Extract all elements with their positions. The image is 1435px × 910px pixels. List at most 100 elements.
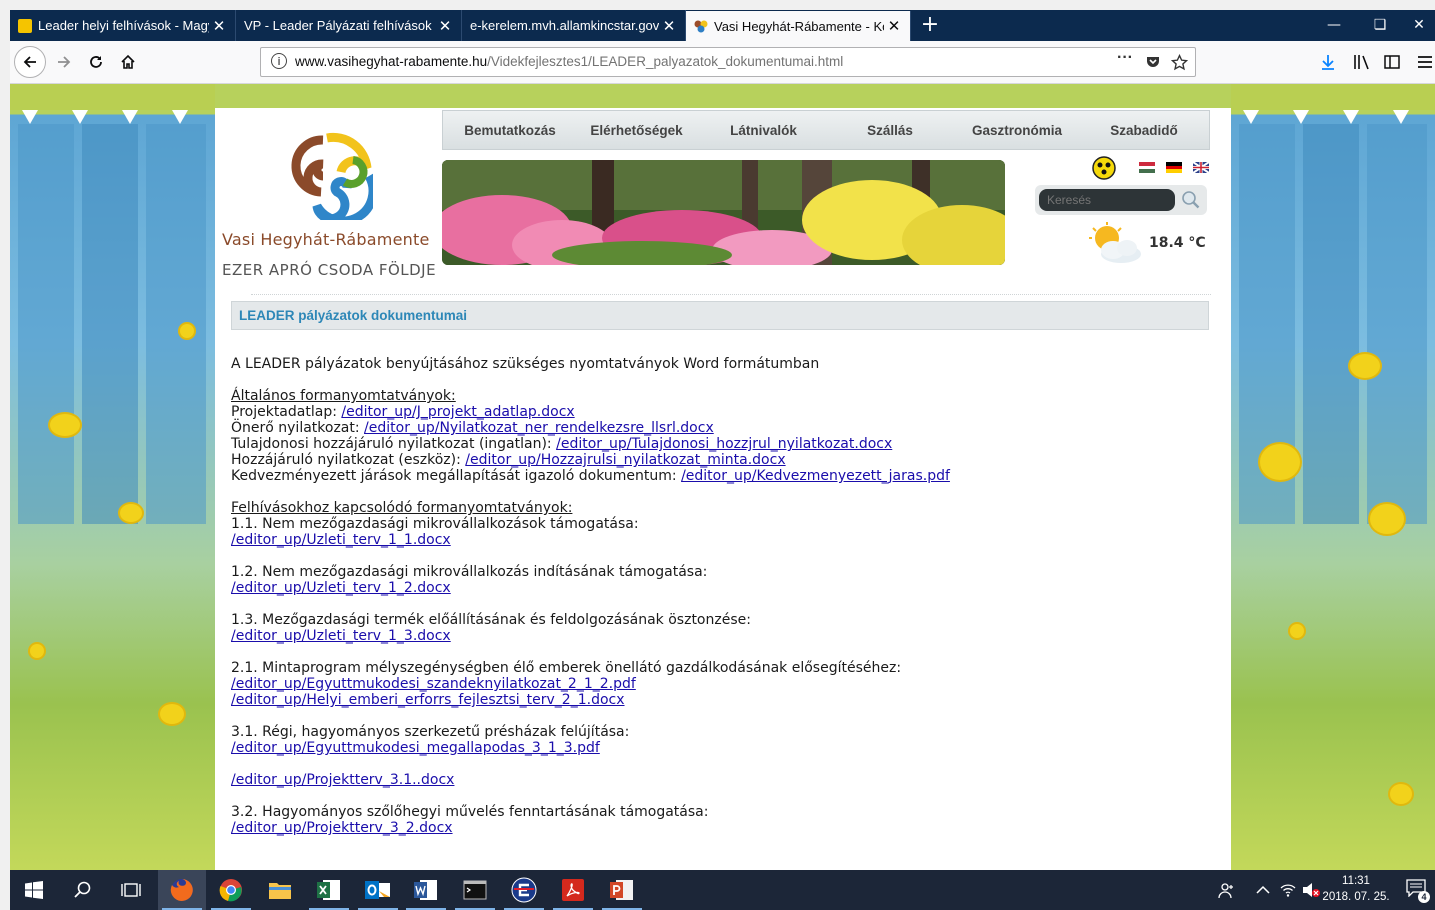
file-link[interactable]: /editor_up/Uzleti_terv_1_1.docx <box>231 532 451 548</box>
search-taskbar-button[interactable] <box>59 870 107 910</box>
file-link[interactable]: /editor_up/J_projekt_adatlap.docx <box>341 404 574 420</box>
menu-item-bemutatkozas[interactable]: Bemutatkozás <box>443 123 577 138</box>
menu-item-szallas[interactable]: Szállás <box>831 123 949 138</box>
excel-taskbar-button[interactable] <box>305 870 353 910</box>
menu-icon[interactable] <box>1417 54 1433 70</box>
close-tab-icon[interactable]: ✕ <box>435 17 455 35</box>
people-icon[interactable] <box>1218 882 1236 900</box>
restore-button[interactable]: ❏ <box>1357 10 1403 41</box>
file-link[interactable]: /editor_up/Uzleti_terv_1_2.docx <box>231 580 451 596</box>
library-icon[interactable] <box>1353 54 1371 70</box>
flower-decoration <box>30 644 44 658</box>
file-explorer-taskbar-button[interactable] <box>256 870 304 910</box>
file-link[interactable]: /editor_up/Uzleti_terv_1_3.docx <box>231 628 451 644</box>
firefox-taskbar-button[interactable] <box>158 870 206 910</box>
back-icon <box>23 56 36 68</box>
e-app-taskbar-button[interactable] <box>500 870 548 910</box>
file-link[interactable]: /editor_up/Projektterv_3.1..docx <box>231 772 454 788</box>
pocket-icon[interactable] <box>1145 54 1161 70</box>
item-label: Önerő nyilatkozat: <box>231 420 365 436</box>
outlook-icon <box>365 881 390 899</box>
menu-item-szabadido[interactable]: Szabadidő <box>1085 123 1203 138</box>
home-button[interactable] <box>112 47 144 77</box>
word-taskbar-button[interactable] <box>402 870 450 910</box>
tab-leader-helyi[interactable]: Leader helyi felhívások - Magya ✕ <box>10 10 236 41</box>
site-name: Vasi Hegyhát-Rábamente <box>222 230 430 249</box>
flower-decoration <box>1390 784 1412 804</box>
menu-item-elerhetosegek[interactable]: Elérhetőségek <box>577 123 696 138</box>
outlook-taskbar-button[interactable] <box>354 870 402 910</box>
site-logo-icon[interactable] <box>283 130 373 220</box>
back-button[interactable] <box>14 46 46 78</box>
reload-icon <box>90 56 102 68</box>
accessibility-icon[interactable] <box>1092 156 1116 180</box>
page-viewport: Vasi Hegyhát-Rábamente EZER APRÓ CSODA F… <box>10 84 1435 870</box>
new-tab-button[interactable]: + <box>915 10 945 41</box>
download-icon[interactable] <box>1320 54 1336 70</box>
reload-button[interactable] <box>80 47 112 77</box>
list-item: Kedvezményezett járások megállapítását i… <box>231 468 1211 484</box>
action-center-button[interactable]: 4 <box>1406 879 1430 903</box>
file-link[interactable]: /editor_up/Projektterv_3_2.docx <box>231 820 453 836</box>
divider <box>251 294 1211 295</box>
task-view-button[interactable] <box>107 870 155 910</box>
file-link[interactable]: /editor_up/Tulajdonosi_hozzjrul_nyilatko… <box>556 436 892 452</box>
file-link[interactable]: /editor_up/Kedvezmenyezett_jaras.pdf <box>681 468 950 484</box>
close-window-button[interactable]: ✕ <box>1403 10 1435 41</box>
info-icon[interactable]: i <box>271 53 287 69</box>
tab-title: Leader helyi felhívások - Magya <box>38 18 209 33</box>
powerpoint-taskbar-button[interactable] <box>598 870 646 910</box>
chevron-up-icon[interactable] <box>1256 884 1270 896</box>
tab-strip: Leader helyi felhívások - Magya ✕ VP - L… <box>10 10 1435 41</box>
flag-de-icon[interactable] <box>1166 162 1182 173</box>
forward-button[interactable] <box>48 47 80 77</box>
close-tab-icon[interactable]: ✕ <box>209 17 229 35</box>
call-title: 1.1. Nem mezőgazdasági mikrovállalkozáso… <box>231 516 639 532</box>
tab-title: e-kerelem.mvh.allamkincstar.gov.h <box>470 18 659 33</box>
call-title: 3.2. Hagyományos szőlőhegyi művelés fenn… <box>231 804 709 820</box>
chrome-icon <box>219 879 242 902</box>
taskbar: 11:31 2018. 07. 25. 4 <box>10 870 1435 910</box>
tab-vp-leader[interactable]: VP - Leader Pályázati felhívások bő ✕ <box>236 10 462 41</box>
close-tab-icon[interactable]: ✕ <box>884 17 904 35</box>
flag-hu-icon[interactable] <box>1139 162 1155 173</box>
call-title: 1.3. Mezőgazdasági termék előállításának… <box>231 612 751 628</box>
flower-decoration <box>180 324 194 338</box>
temperature-readout: 18.4 °C <box>1149 235 1206 251</box>
section-header: LEADER pályázatok dokumentumai <box>231 301 1209 330</box>
item-label: Kedvezményezett járások megállapítását i… <box>231 468 682 484</box>
file-link[interactable]: /editor_up/Helyi_emberi_erforrs_fejleszt… <box>231 692 625 708</box>
flag-en-icon[interactable] <box>1193 162 1209 173</box>
menu-item-gasztronomia[interactable]: Gasztronómia <box>949 123 1085 138</box>
command-prompt-taskbar-button[interactable] <box>451 870 499 910</box>
acrobat-taskbar-button[interactable] <box>549 870 597 910</box>
file-link[interactable]: /editor_up/Nyilatkozat_ner_rendelkezsre_… <box>364 420 714 436</box>
menu-item-latnivalok[interactable]: Látnivalók <box>696 123 831 138</box>
file-link[interactable]: /editor_up/Hozzajrulsi_nyilatkozat_minta… <box>465 452 785 468</box>
more-icon[interactable]: ··· <box>1117 49 1133 67</box>
file-link[interactable]: /editor_up/Egyuttmukodesi_megallapodas_3… <box>231 740 600 756</box>
search-icon[interactable] <box>1181 190 1201 210</box>
tab-vasi-hegyhat[interactable]: Vasi Hegyhát-Rábamente - Kön ✕ <box>686 11 911 41</box>
forward-icon <box>58 56 71 68</box>
call-title: 3.1. Régi, hagyományos szerkezetű préshá… <box>231 724 630 740</box>
address-bar[interactable]: i www.vasihegyhat-rabamente.hu/Videkfejl… <box>260 47 1196 77</box>
list-item: Tulajdonosi hozzájáruló nyilatkozat (ing… <box>231 436 1211 452</box>
url-host: www.vasihegyhat-rabamente.hu <box>295 54 488 69</box>
item-label: Hozzájáruló nyilatkozat (eszköz): <box>231 452 466 468</box>
tab-e-kerelem[interactable]: e-kerelem.mvh.allamkincstar.gov.h ✕ <box>462 10 686 41</box>
close-tab-icon[interactable]: ✕ <box>659 17 679 35</box>
windows-start-button[interactable] <box>10 870 58 910</box>
list-item: Önerő nyilatkozat: /editor_up/Nyilatkoza… <box>231 420 1211 436</box>
tab-favicon-icon <box>18 18 32 33</box>
minimize-button[interactable]: — <box>1311 10 1357 41</box>
star-icon[interactable] <box>1171 54 1188 71</box>
file-link[interactable]: /editor_up/Egyuttmukodesi_szandeknyilatk… <box>231 676 636 692</box>
terminal-icon <box>463 880 487 900</box>
wifi-icon[interactable] <box>1280 883 1296 897</box>
search-input[interactable] <box>1039 189 1175 211</box>
clock-date: 2018. 07. 25. <box>1322 891 1390 903</box>
system-clock[interactable]: 11:31 2018. 07. 25. <box>1316 873 1396 905</box>
sidebar-icon[interactable] <box>1384 54 1400 70</box>
chrome-taskbar-button[interactable] <box>207 870 255 910</box>
